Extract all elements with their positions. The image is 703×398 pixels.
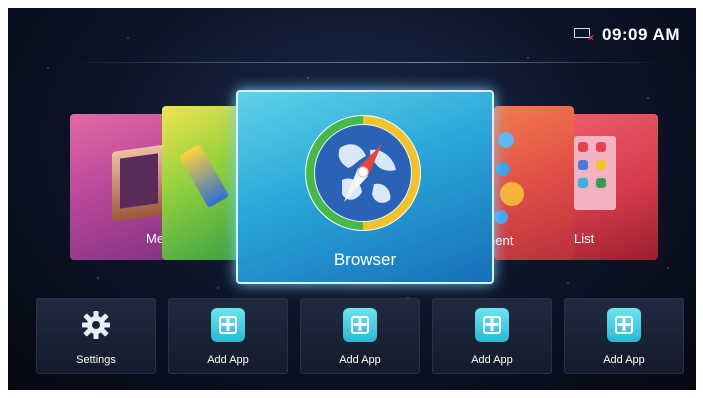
tile-add-app-1[interactable]: Add App — [168, 298, 288, 374]
card-list[interactable]: List — [568, 114, 658, 260]
launcher-screen: × 09:09 AM Me List nent — [8, 8, 696, 390]
gear-icon — [79, 308, 113, 342]
add-app-icon — [607, 308, 641, 342]
card-apps[interactable]: nent — [494, 106, 574, 260]
tile-add-app-3[interactable]: Add App — [432, 298, 552, 374]
card-list-label: List — [574, 231, 595, 246]
tile-add-app-2[interactable]: Add App — [300, 298, 420, 374]
tile-settings[interactable]: Settings — [36, 298, 156, 374]
tile-add-app-label: Add App — [471, 354, 513, 366]
clock: 09:09 AM — [601, 25, 680, 44]
status-bar: × 09:09 AM — [573, 24, 680, 46]
network-disconnected-icon: × — [573, 28, 594, 44]
tile-settings-label: Settings — [76, 354, 116, 366]
add-app-icon — [475, 308, 509, 342]
card-browser-label: Browser — [333, 250, 397, 269]
media-film-frame — [120, 153, 158, 209]
tile-add-app-label: Add App — [207, 354, 249, 366]
add-app-icon — [343, 308, 377, 342]
card-apps-label: nent — [494, 233, 514, 248]
tile-add-app-label: Add App — [603, 354, 645, 366]
card-browser[interactable]: Browser — [236, 90, 494, 284]
app-grid-icon — [574, 136, 616, 210]
tile-add-app-label: Add App — [339, 354, 381, 366]
compass-globe-icon — [300, 110, 426, 236]
header-divider — [68, 62, 666, 63]
tile-add-app-4[interactable]: Add App — [564, 298, 684, 374]
usb-drive-icon — [178, 144, 230, 208]
add-app-icon — [211, 308, 245, 342]
